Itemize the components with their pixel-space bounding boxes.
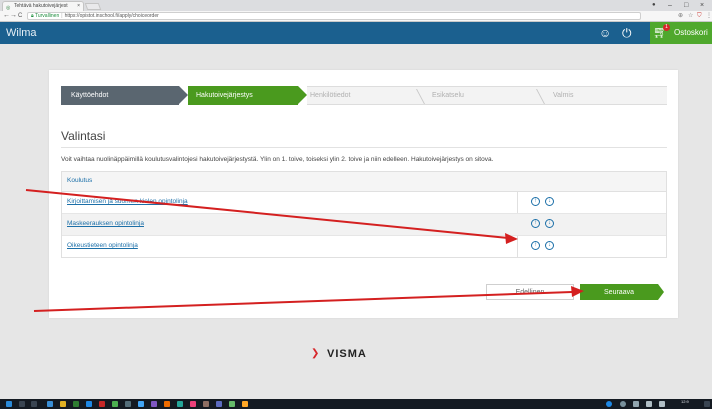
maximize-button[interactable]: □	[684, 0, 688, 11]
tray-network-icon[interactable]	[606, 401, 612, 407]
start-icon[interactable]	[6, 401, 12, 407]
table-row: Kirjoittamisen ja suomen kielen opintoli…	[62, 192, 666, 214]
taskbar-app-icon[interactable]	[190, 401, 196, 407]
browser-address-bar: ← → C 🔒︎ Turvallinen | https://opistot.ins…	[0, 11, 712, 22]
tab-title: Tehtävä hakutoivejärjest	[14, 3, 68, 9]
steps-remaining: Henkilötiedot Esikatselu Valmis	[307, 86, 667, 105]
choice-link[interactable]: Maskeerauksen opintolinja	[67, 220, 144, 227]
cart-button[interactable]: 🛒︎ 1 Ostoskori	[650, 22, 712, 44]
extension-shield-icon[interactable]: ⛉	[697, 12, 702, 21]
step-valmis: Valmis	[553, 92, 574, 99]
cart-label: Ostoskori	[674, 28, 708, 37]
next-button[interactable]: Seuraava	[580, 284, 664, 300]
tray-icon[interactable]	[633, 401, 639, 407]
progress-stepper: Käyttöehdot Hakutoivejärjestys Henkilöti…	[61, 86, 667, 105]
move-up-icon[interactable]: ↑	[531, 219, 540, 228]
move-down-icon[interactable]: ↓	[545, 219, 554, 228]
url-input[interactable]: 🔒︎ Turvallinen | https://opistot.inschool.…	[27, 12, 641, 20]
search-icon[interactable]	[19, 401, 25, 407]
taskbar-app-icon[interactable]	[112, 401, 118, 407]
step-divider-icon	[531, 89, 545, 104]
secure-label: Turvallinen	[34, 13, 60, 19]
step-label: Käyttöehdot	[71, 92, 109, 99]
taskbar-app-icon[interactable]	[86, 401, 92, 407]
tray-icon[interactable]	[659, 401, 665, 407]
step-label: Hakutoivejärjestys	[196, 92, 253, 99]
previous-button[interactable]: Edellinen	[486, 284, 574, 300]
taskbar-app-icon[interactable]	[138, 401, 144, 407]
browser-tab[interactable]: ◎ Tehtävä hakutoivejärjest ×	[2, 1, 84, 11]
step-divider-icon	[411, 89, 425, 104]
taskbar-clock[interactable]: 12:9	[681, 399, 689, 404]
taskbar: 12:9	[0, 399, 712, 409]
url-text: https://opistot.inschool.fi/apply/choice…	[64, 13, 159, 19]
profile-icon[interactable]: ●	[652, 0, 656, 11]
taskbar-app-icon[interactable]	[216, 401, 222, 407]
step-hakutoivejarjestys: Hakutoivejärjestys	[188, 86, 298, 105]
bookmark-star-icon[interactable]: ☆	[688, 12, 693, 21]
taskbar-app-icon[interactable]	[151, 401, 157, 407]
taskbar-app-icon[interactable]	[242, 401, 248, 407]
move-up-icon[interactable]: ↑	[531, 241, 540, 250]
brand-title[interactable]: Wilma	[6, 26, 37, 40]
logo-text: VISMA	[327, 348, 367, 360]
move-up-icon[interactable]: ↑	[531, 197, 540, 206]
task-view-icon[interactable]	[31, 401, 37, 407]
column-header-koulutus: Koulutus	[67, 177, 93, 184]
tray-volume-icon[interactable]	[646, 401, 652, 407]
move-down-icon[interactable]: ↓	[545, 197, 554, 206]
minimize-button[interactable]: –	[668, 0, 672, 11]
table-header: Koulutus	[62, 172, 666, 192]
taskbar-app-icon[interactable]	[73, 401, 79, 407]
step-chevron-icon	[179, 86, 188, 104]
instructions-text: Voit vaihtaa nuolinäppäimillä koulutusva…	[61, 156, 494, 163]
taskbar-app-icon[interactable]	[203, 401, 209, 407]
table-row: Oikeustieteen opintolinja ↑ ↓	[62, 236, 666, 257]
move-down-icon[interactable]: ↓	[545, 241, 554, 250]
users-icon[interactable]: ☺	[599, 26, 611, 40]
taskbar-app-icon[interactable]	[47, 401, 53, 407]
page-title: Valintasi	[61, 129, 106, 143]
power-icon[interactable]: ⏻	[622, 26, 632, 40]
choices-table: Koulutus Kirjoittamisen ja suomen kielen…	[61, 171, 667, 258]
browser-tab-bar: ◎ Tehtävä hakutoivejärjest × – □ × ●	[0, 0, 712, 11]
taskbar-app-icon[interactable]	[177, 401, 183, 407]
title-divider	[61, 147, 667, 148]
step-kayttoehdot: Käyttöehdot	[61, 86, 179, 105]
taskbar-app-icon[interactable]	[99, 401, 105, 407]
zoom-icon[interactable]: ⊕	[678, 12, 683, 21]
back-button[interactable]: ←	[3, 11, 10, 21]
url-separator: |	[61, 13, 63, 19]
cart-count-badge: 1	[663, 24, 670, 31]
taskbar-app-icon[interactable]	[229, 401, 235, 407]
tray-icon[interactable]	[620, 401, 626, 407]
main-card: Käyttöehdot Hakutoivejärjestys Henkilöti…	[49, 70, 678, 318]
choice-link[interactable]: Kirjoittamisen ja suomen kielen opintoli…	[67, 198, 188, 205]
notifications-icon[interactable]	[704, 401, 710, 407]
choice-link[interactable]: Oikeustieteen opintolinja	[67, 242, 138, 249]
taskbar-app-icon[interactable]	[125, 401, 131, 407]
forward-button[interactable]: →	[10, 11, 17, 21]
new-tab-button[interactable]	[84, 3, 102, 10]
step-esikatselu: Esikatselu	[432, 92, 464, 99]
tab-favicon-icon: ◎	[6, 5, 11, 11]
step-chevron-icon	[298, 86, 307, 104]
step-henkilotiedot: Henkilötiedot	[310, 92, 351, 99]
reload-button[interactable]: C	[18, 11, 22, 21]
close-window-button[interactable]: ×	[700, 0, 704, 11]
taskbar-app-icon[interactable]	[60, 401, 66, 407]
menu-icon[interactable]: ⋮	[706, 12, 712, 21]
app-header: Wilma ☺ ⏻ 🛒︎ 1 Ostoskori	[0, 22, 712, 44]
taskbar-app-icon[interactable]	[164, 401, 170, 407]
table-row: Maskeerauksen opintolinja ↑ ↓	[62, 214, 666, 236]
visma-chevron-icon: ❯	[311, 348, 320, 359]
tab-close-icon[interactable]: ×	[77, 2, 80, 11]
